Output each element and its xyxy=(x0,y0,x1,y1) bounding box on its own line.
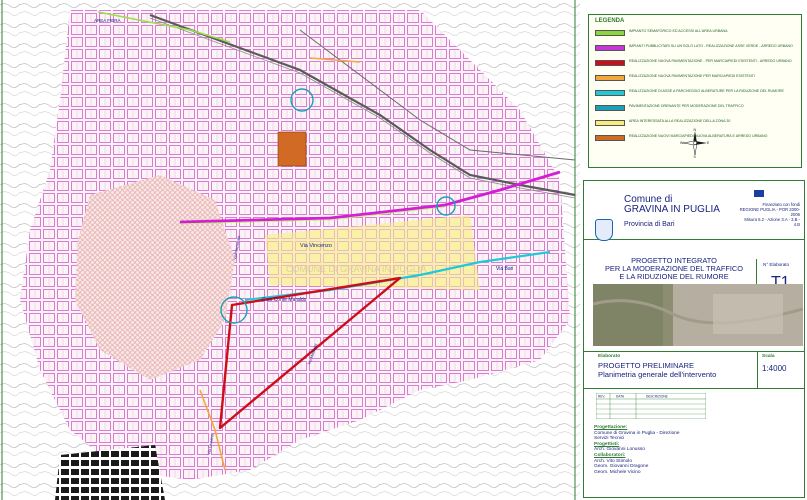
legend-swatch xyxy=(595,90,625,96)
legend-title: LEGENDA xyxy=(595,18,625,24)
legend-label: AREA INTERESSATA ALLA REALIZZAZIONE DELL… xyxy=(629,119,731,123)
city-name: GRAVINA IN PUGLIA xyxy=(624,204,720,215)
legend-item: IMPIANTI PUBBLICITARI SU UN SOLO LATO - … xyxy=(595,44,799,52)
scale-value: 1:4000 xyxy=(762,364,787,373)
label-area-fiera: AREA FIERA xyxy=(94,18,121,23)
elaborato-label: Elaborato xyxy=(598,354,621,359)
scale-box: Scala 1:4000 xyxy=(757,352,804,388)
legend-item: IMPIANTO SEMAFORICO ED ACCESSI ALL'AREA … xyxy=(595,29,799,37)
legend-swatch xyxy=(595,75,625,81)
elaborato-title-line-1: PROGETTO PRELIMINARE xyxy=(598,361,695,370)
legend-label: IMPIANTO SEMAFORICO ED ACCESSI ALL'AREA … xyxy=(629,29,728,33)
south-label: S xyxy=(694,155,697,158)
legend-swatch xyxy=(595,120,625,126)
provincia-label: Provincia di Bari xyxy=(624,221,675,228)
map-watermark: COMUNE DI GRAVINA IN PUGLIA xyxy=(286,264,426,274)
eu-flag-icon xyxy=(754,190,764,197)
legend-swatch xyxy=(595,60,625,66)
municipal-crest-icon xyxy=(595,219,613,241)
street-label-cso-conte-maraldo: C.so Conte Maraldo xyxy=(262,297,307,303)
legend-item: PAVIMENTAZIONE DRENANTE PER MODERAZIONE … xyxy=(595,104,799,112)
revision-table: REV. DATA DESCRIZIONE xyxy=(596,393,706,419)
elaborato-section: Elaborato PROGETTO PRELIMINARE Planimetr… xyxy=(584,351,804,389)
legend-item: AREA INTERESSATA ALLA REALIZZAZIONE DELL… xyxy=(595,119,799,127)
elaborato-title-line-2: Planimetria generale dell'intervento xyxy=(598,370,717,379)
title-block-header: Comune di GRAVINA IN PUGLIA Provincia di… xyxy=(584,181,804,241)
title-block: Comune di GRAVINA IN PUGLIA Provincia di… xyxy=(583,180,805,498)
funding-line-3: Misura 5.2 - Azione 3.A - 3.B - 4.B xyxy=(744,217,800,227)
legend-label: REALIZZAZIONE NUOVA PAVIMENTAZIONE - PER… xyxy=(629,59,792,63)
rev-date-header: DATA xyxy=(616,395,625,399)
credits: Progettazione: Comune di Gravina in Pugl… xyxy=(594,425,794,475)
legend-label: IMPIANTI PUBBLICITARI SU UN SOLO LATO - … xyxy=(629,44,793,48)
north-arrow-icon: N S W E xyxy=(680,128,710,158)
collaboratori-line-3: Geom. Michele Vicino xyxy=(594,469,641,475)
project-title-line-3: E LA RIDUZIONE DEL RUMORE xyxy=(619,272,729,281)
legend-item: REALIZZAZIONE NUOVA PAVIMENTAZIONE PER M… xyxy=(595,74,799,82)
east-label: E xyxy=(707,141,710,145)
legend-label: PAVIMENTAZIONE DRENANTE PER MODERAZIONE … xyxy=(629,104,744,108)
legend-item: REALIZZAZIONE DI ASSE A PARCHEGGIO ALBER… xyxy=(595,89,799,97)
legend-swatch xyxy=(595,30,625,36)
rev-description-header: DESCRIZIONE xyxy=(646,395,668,399)
elaborato-number-label: N° Elaborato xyxy=(763,262,790,267)
legend-swatch xyxy=(595,135,625,141)
north-label: N xyxy=(694,128,697,132)
legend-label: REALIZZAZIONE NUOVI MARCIAPIEDI NUOVA AL… xyxy=(629,134,768,138)
legend-label: REALIZZAZIONE NUOVA PAVIMENTAZIONE PER M… xyxy=(629,74,755,78)
project-title: PROGETTO INTEGRATO PER LA MODERAZIONE DE… xyxy=(594,257,754,281)
rev-header: REV. xyxy=(598,395,605,399)
street-label-via-bari: Via Bari xyxy=(496,266,513,272)
aerial-photo-thumbnail xyxy=(593,284,803,346)
legend-swatch xyxy=(595,105,625,111)
legend-label: REALIZZAZIONE DI ASSE A PARCHEGGIO ALBER… xyxy=(629,89,784,93)
legend-item: REALIZZAZIONE NUOVA PAVIMENTAZIONE - PER… xyxy=(595,59,799,67)
street-label-via-vincenzo: Via Vincenzo xyxy=(300,243,332,249)
scale-label: Scala xyxy=(762,354,775,359)
funding-line-2: REGIONE PUGLIA - POR 2000-2006 xyxy=(739,207,800,217)
legend-swatch xyxy=(595,45,625,51)
